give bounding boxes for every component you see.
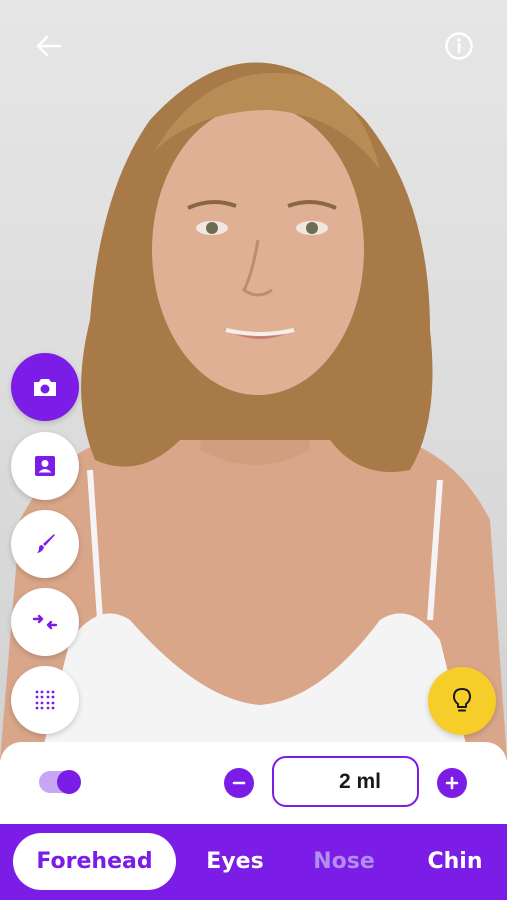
tip-button[interactable] xyxy=(428,667,496,735)
dot-grid-tool-button[interactable] xyxy=(11,666,79,734)
camera-icon xyxy=(34,379,56,396)
back-button[interactable] xyxy=(29,26,69,66)
minus-icon xyxy=(232,781,246,785)
camera-tool-button[interactable] xyxy=(11,353,79,421)
brush-tool-button[interactable] xyxy=(11,510,79,578)
decrease-button[interactable] xyxy=(224,768,254,798)
controls-panel: 2 ml xyxy=(0,742,507,824)
quantity-field[interactable]: 2 ml xyxy=(272,756,419,807)
portrait-icon xyxy=(35,456,55,476)
brush-icon xyxy=(37,534,55,553)
tab-forehead[interactable]: Forehead xyxy=(13,833,176,890)
increase-button[interactable] xyxy=(437,768,467,798)
compare-tool-button[interactable] xyxy=(11,588,79,656)
lightbulb-icon xyxy=(453,688,471,712)
info-icon xyxy=(445,32,473,60)
arrow-left-icon xyxy=(36,35,62,57)
toggle-knob xyxy=(57,770,81,794)
tab-chin[interactable]: Chin xyxy=(418,833,492,890)
tab-eyes[interactable]: Eyes xyxy=(198,833,272,890)
tab-nose[interactable]: Nose xyxy=(306,833,382,890)
portrait-tool-button[interactable] xyxy=(11,432,79,500)
dot-grid-icon xyxy=(35,690,55,710)
plus-icon xyxy=(445,776,459,790)
compare-arrows-icon xyxy=(32,614,58,630)
area-tabs: Forehead Eyes Nose Chin xyxy=(0,824,507,900)
overlay-toggle[interactable] xyxy=(39,770,81,794)
info-button[interactable] xyxy=(439,26,479,66)
